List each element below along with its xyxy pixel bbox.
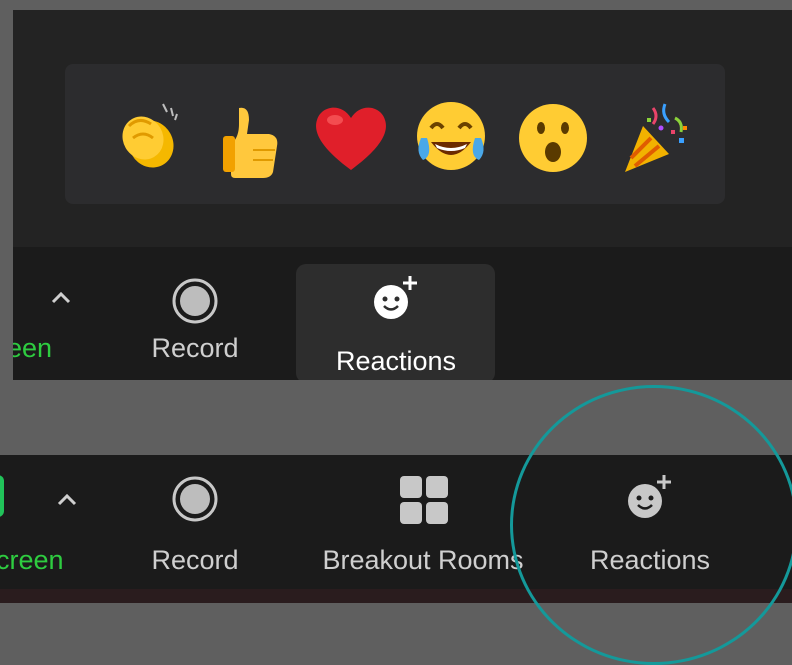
meeting-toolbar-bottom: creen Record Breakout Rooms Reactions [0, 455, 792, 603]
record-label: Record [151, 333, 239, 363]
record-label: Record [151, 545, 239, 575]
window-bottom-strip [0, 589, 792, 603]
share-options-chevron[interactable] [50, 291, 72, 305]
heart-icon [316, 107, 386, 170]
open-mouth-emoji-button[interactable] [513, 98, 593, 178]
share-screen-label-partial[interactable]: creen [0, 545, 64, 576]
share-screen-label-partial[interactable]: een [13, 333, 52, 364]
share-options-chevron[interactable] [56, 493, 78, 507]
record-icon [172, 278, 218, 324]
reactions-label: Reactions [589, 545, 711, 575]
record-button[interactable]: Record [143, 265, 247, 377]
breakout-rooms-label: Breakout Rooms [322, 545, 524, 575]
reactions-icon [374, 276, 417, 319]
chevron-up-icon [51, 291, 71, 304]
meeting-window-top: een Record Reactions [13, 10, 792, 380]
clap-emoji-button[interactable] [107, 98, 187, 178]
tears-of-joy-emoji-button[interactable] [411, 98, 491, 178]
reactions-popup [65, 64, 725, 204]
record-icon [172, 476, 218, 522]
share-screen-icon-partial[interactable] [0, 475, 4, 517]
breakout-rooms-button[interactable]: Breakout Rooms [310, 469, 536, 589]
party-popper-icon [625, 103, 687, 172]
reaction-list [97, 92, 697, 178]
party-popper-emoji-button[interactable] [613, 98, 693, 178]
open-mouth-icon [519, 104, 587, 172]
reactions-button[interactable]: Reactions [574, 469, 726, 589]
breakout-rooms-icon [400, 476, 448, 524]
clap-icon [122, 103, 178, 168]
reactions-label: Reactions [335, 346, 457, 376]
heart-emoji-button[interactable] [311, 98, 391, 178]
reactions-button-active[interactable]: Reactions [296, 264, 495, 380]
record-button[interactable]: Record [143, 469, 247, 589]
reactions-icon [628, 475, 671, 518]
chevron-up-icon [57, 493, 77, 506]
thumbs-up-icon [223, 107, 278, 178]
thumbs-up-emoji-button[interactable] [209, 98, 289, 178]
tears-of-joy-icon [417, 102, 485, 170]
meeting-toolbar: een Record Reactions [13, 247, 792, 380]
